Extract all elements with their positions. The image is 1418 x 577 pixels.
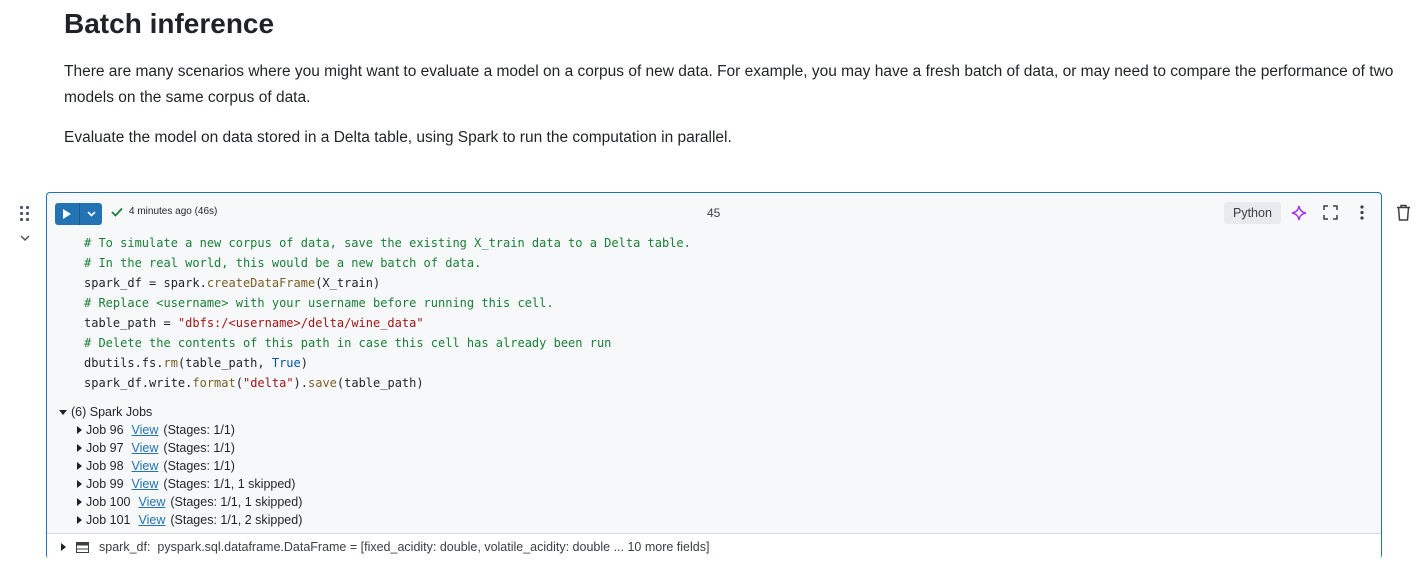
caret-right-icon bbox=[77, 444, 82, 452]
caret-right-icon bbox=[77, 462, 82, 470]
notebook-cell[interactable]: 4 minutes ago (46s) 45 Python # To simul… bbox=[46, 192, 1382, 560]
caret-right-icon bbox=[61, 543, 66, 551]
job-view-link[interactable]: View bbox=[138, 495, 165, 509]
sparkle-icon[interactable] bbox=[1291, 205, 1307, 221]
drag-handle-icon[interactable] bbox=[18, 204, 32, 224]
spark-jobs-panel: (6) Spark Jobs Job 96 View (Stages: 1/1)… bbox=[59, 403, 302, 529]
job-label: Job 99 bbox=[86, 477, 124, 491]
dataframe-name: spark_df: bbox=[99, 540, 151, 554]
job-view-link[interactable]: View bbox=[132, 459, 159, 473]
code-comment: # Replace <username> with your username … bbox=[84, 296, 554, 310]
caret-right-icon bbox=[77, 516, 82, 524]
collapse-chevron-icon[interactable] bbox=[20, 234, 30, 242]
job-stages: (Stages: 1/1) bbox=[163, 459, 235, 473]
job-label: Job 98 bbox=[86, 459, 124, 473]
language-badge[interactable]: Python bbox=[1224, 202, 1281, 224]
status-text: 4 minutes ago (46s) bbox=[129, 206, 218, 217]
job-row[interactable]: Job 96 View (Stages: 1/1) bbox=[77, 421, 302, 439]
run-status: 4 minutes ago (46s) bbox=[111, 206, 217, 217]
code-text: table_path = bbox=[84, 316, 178, 330]
job-stages: (Stages: 1/1, 2 skipped) bbox=[170, 513, 303, 527]
intro-paragraph: There are many scenarios where you might… bbox=[64, 63, 1394, 106]
code-function: rm bbox=[163, 356, 178, 370]
code-function: format bbox=[192, 376, 236, 390]
fullscreen-icon[interactable] bbox=[1323, 205, 1338, 220]
cell-number: 45 bbox=[707, 206, 721, 220]
job-stages: (Stages: 1/1, 1 skipped) bbox=[170, 495, 303, 509]
caret-right-icon bbox=[77, 426, 82, 434]
table-icon bbox=[76, 541, 89, 553]
code-text: spark_df = spark. bbox=[84, 276, 207, 290]
description-paragraph: Evaluate the model on data stored in a D… bbox=[64, 129, 732, 146]
code-comment: # To simulate a new corpus of data, save… bbox=[84, 236, 691, 250]
code-text: ). bbox=[293, 376, 308, 390]
dataframe-schema: pyspark.sql.dataframe.DataFrame = [fixed… bbox=[157, 540, 710, 554]
job-view-link[interactable]: View bbox=[132, 423, 159, 437]
job-label: Job 96 bbox=[86, 423, 124, 437]
run-options-button[interactable] bbox=[79, 203, 102, 225]
code-text: ( bbox=[235, 376, 243, 390]
job-stages: (Stages: 1/1) bbox=[163, 441, 235, 455]
job-view-link[interactable]: View bbox=[132, 441, 159, 455]
job-stages: (Stages: 1/1, 1 skipped) bbox=[163, 477, 296, 491]
job-row[interactable]: Job 99 View (Stages: 1/1, 1 skipped) bbox=[77, 475, 302, 493]
job-label: Job 100 bbox=[86, 495, 131, 509]
code-text: (table_path) bbox=[336, 376, 424, 390]
code-string: "dbfs:/<username>/delta/wine_data" bbox=[177, 316, 424, 330]
run-button-group bbox=[55, 203, 102, 225]
job-label: Job 97 bbox=[86, 441, 124, 455]
caret-right-icon bbox=[77, 498, 82, 506]
job-label: Job 101 bbox=[86, 513, 131, 527]
code-keyword: True bbox=[271, 356, 301, 370]
dataframe-result-bar[interactable]: spark_df: pyspark.sql.dataframe.DataFram… bbox=[47, 533, 1381, 560]
code-editor[interactable]: # To simulate a new corpus of data, save… bbox=[84, 233, 691, 393]
code-string: "delta" bbox=[242, 376, 294, 390]
code-comment: # In the real world, this would be a new… bbox=[84, 256, 482, 270]
run-button[interactable] bbox=[55, 203, 79, 225]
code-function: save bbox=[308, 376, 337, 390]
spark-jobs-toggle[interactable]: (6) Spark Jobs bbox=[59, 403, 302, 421]
job-row[interactable]: Job 98 View (Stages: 1/1) bbox=[77, 457, 302, 475]
caret-right-icon bbox=[77, 480, 82, 488]
job-stages: (Stages: 1/1) bbox=[163, 423, 235, 437]
run-icon bbox=[63, 209, 71, 219]
code-text: dbutils.fs. bbox=[84, 356, 164, 370]
job-view-link[interactable]: View bbox=[132, 477, 159, 491]
code-comment: # Delete the contents of this path in ca… bbox=[84, 336, 612, 350]
trash-icon[interactable] bbox=[1396, 204, 1411, 221]
spark-jobs-header: (6) Spark Jobs bbox=[71, 405, 153, 419]
page-title: Batch inference bbox=[64, 8, 275, 39]
chevron-down-icon bbox=[86, 211, 96, 217]
job-row[interactable]: Job 101 View (Stages: 1/1, 2 skipped) bbox=[77, 511, 302, 529]
more-vertical-icon[interactable] bbox=[1360, 205, 1364, 220]
job-row[interactable]: Job 97 View (Stages: 1/1) bbox=[77, 439, 302, 457]
code-text: (X_train) bbox=[315, 276, 381, 290]
code-text: ) bbox=[300, 356, 308, 370]
code-text: (table_path, bbox=[177, 356, 272, 370]
check-icon bbox=[111, 207, 123, 217]
caret-down-icon bbox=[59, 409, 67, 415]
job-view-link[interactable]: View bbox=[138, 513, 165, 527]
job-row[interactable]: Job 100 View (Stages: 1/1, 1 skipped) bbox=[77, 493, 302, 511]
code-text: spark_df.write. bbox=[84, 376, 193, 390]
code-function: createDataFrame bbox=[206, 276, 316, 290]
